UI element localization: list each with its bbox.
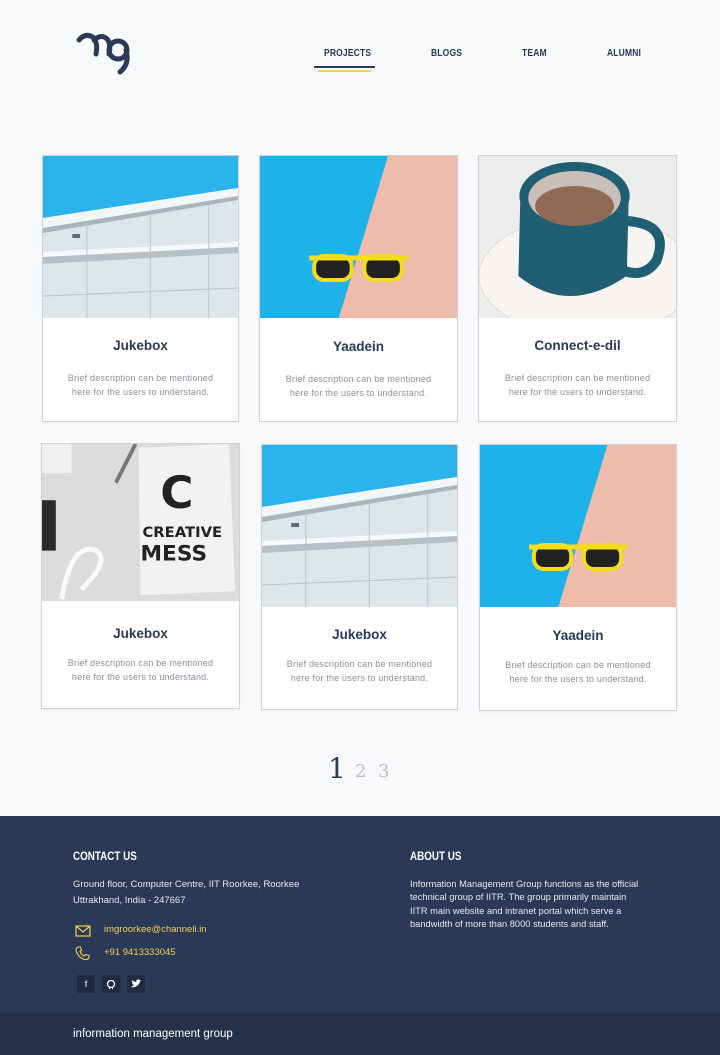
project-description: Brief description can be mentioned here …	[504, 373, 651, 397]
project-image: C CREATIVE MESS	[42, 444, 239, 601]
nav-blogs[interactable]: BLOGS	[431, 48, 462, 59]
svg-text:MESS: MESS	[141, 541, 208, 566]
nav-alumni[interactable]: ALUMNI	[607, 48, 641, 59]
page-3-link[interactable]: 3	[378, 761, 389, 782]
address-line-2: Uttrakhand, India - 247667	[73, 895, 186, 906]
project-image	[262, 445, 457, 607]
pagination: 1 2 3	[0, 752, 720, 788]
facebook-icon[interactable]: f	[77, 975, 95, 993]
project-description: Brief description can be mentioned here …	[67, 658, 214, 682]
project-title: Connect-e-dil	[534, 338, 621, 353]
about-line: bandwidth of more than 8000 students and…	[410, 919, 609, 929]
project-title: Jukebox	[113, 338, 168, 353]
about-line: Information Management Group functions a…	[410, 879, 639, 889]
project-card[interactable]: Connect-e-dil Brief description can be m…	[478, 155, 677, 422]
twitter-icon[interactable]	[127, 975, 145, 993]
project-title: Yaadein	[552, 628, 604, 643]
project-card[interactable]: Jukebox Brief description can be mention…	[42, 155, 239, 422]
footer-brand: information management group	[73, 1028, 233, 1040]
project-card[interactable]: C CREATIVE MESS Jukebox Brief descriptio…	[41, 443, 240, 709]
svg-text:C: C	[160, 466, 193, 519]
email-link[interactable]: imgroorkee@channeli.in	[104, 924, 207, 935]
contact-heading: CONTACT US	[73, 849, 137, 863]
project-image	[479, 156, 676, 318]
nav-team[interactable]: TEAM	[522, 48, 547, 59]
active-nav-underline	[314, 66, 375, 72]
project-image	[480, 445, 676, 607]
project-image	[260, 156, 457, 318]
phone-link[interactable]: +91 9413333045	[104, 947, 176, 958]
mail-icon	[75, 925, 91, 937]
main-nav: PROJECTS BLOGS TEAM ALUMNI	[0, 48, 720, 78]
nav-projects[interactable]: PROJECTS	[324, 48, 371, 59]
project-title: Jukebox	[113, 626, 168, 641]
phone-icon	[75, 946, 90, 961]
about-line: technical group of IITR. The group prima…	[410, 892, 627, 902]
github-icon[interactable]	[102, 975, 120, 993]
project-card[interactable]: Jukebox Brief description can be mention…	[261, 444, 458, 710]
project-card[interactable]: Yaadein Brief description can be mention…	[479, 444, 677, 711]
project-description: Brief description can be mentioned here …	[286, 659, 433, 683]
project-title: Jukebox	[332, 627, 387, 642]
address-line-1: Ground floor, Computer Centre, IIT Roork…	[73, 879, 300, 890]
svg-text:CREATIVE: CREATIVE	[142, 524, 222, 541]
about-line: IITR main website and intranet portal wh…	[410, 906, 622, 916]
page-1-link[interactable]: 1	[328, 752, 346, 785]
project-description: Brief description can be mentioned here …	[67, 373, 214, 397]
project-card[interactable]: Yaadein Brief description can be mention…	[259, 155, 458, 422]
project-image	[43, 156, 238, 318]
project-description: Brief description can be mentioned here …	[285, 374, 432, 398]
project-title: Yaadein	[332, 339, 385, 354]
project-description: Brief description can be mentioned here …	[505, 660, 651, 684]
about-heading: ABOUT US	[410, 849, 462, 863]
page-2-link[interactable]: 2	[355, 761, 366, 782]
